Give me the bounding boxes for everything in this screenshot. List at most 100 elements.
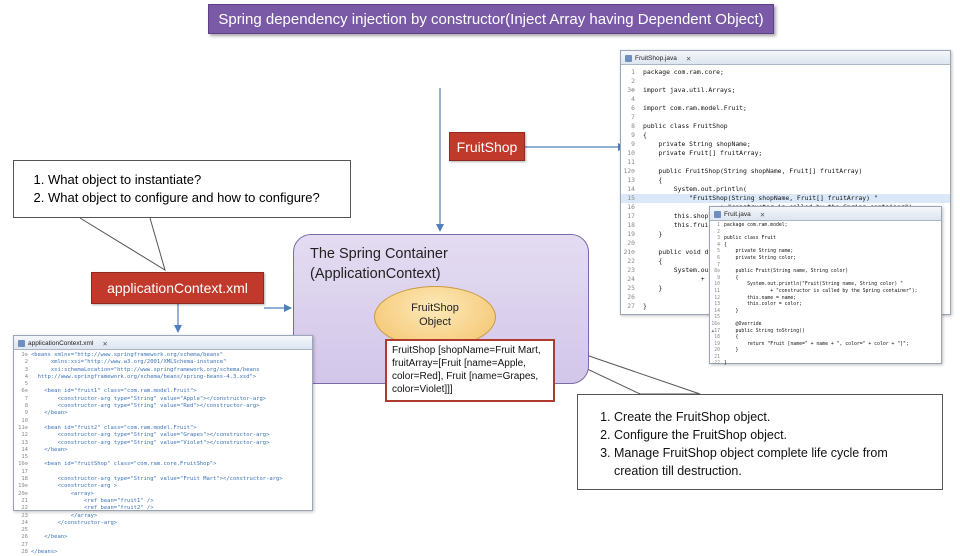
- line-number: 16: [627, 203, 635, 211]
- line-number: 12: [21, 432, 28, 439]
- application-context-label: applicationContext.xml: [91, 272, 264, 304]
- code-line: 20 }: [710, 348, 941, 355]
- container-title-line1: The Spring Container: [310, 246, 448, 262]
- line-number: 22: [627, 257, 635, 265]
- line-number: 26: [21, 534, 28, 541]
- line-number: 8: [631, 122, 635, 130]
- code-line: 5 private String name;: [710, 249, 941, 256]
- close-icon[interactable]: ✕: [686, 55, 691, 63]
- line-number: 25: [627, 284, 635, 292]
- line-number: 5: [24, 381, 28, 388]
- spring-container-title: The Spring Container (ApplicationContext…: [310, 244, 448, 284]
- code-line: 6 private String color;: [710, 256, 941, 263]
- question-item: What object to configure and how to conf…: [48, 189, 342, 207]
- code-text: this.color = color;: [724, 302, 802, 308]
- java-editor-tab[interactable]: FruitShop.java ✕: [621, 51, 950, 65]
- code-text: <ref bean="fruit2" />: [31, 505, 154, 512]
- code-text: <ref bean="fruit1" />: [31, 497, 154, 504]
- line-number: 8: [24, 403, 28, 410]
- code-line: 18 <constructor-arg type="String" value=…: [14, 476, 312, 483]
- code-line: 16⊖ @Override: [710, 322, 941, 329]
- line-number: 2: [24, 359, 28, 366]
- code-line: 11: [621, 158, 950, 167]
- line-number: 19⊖: [18, 483, 28, 490]
- code-text: "FruitShop(String shopName, Fruit[] frui…: [643, 194, 878, 202]
- code-line: 21: [710, 355, 941, 362]
- code-line: 3⊕ import java.util.Arrays;: [621, 86, 950, 95]
- xml-editor-tab-label: applicationContext.xml: [28, 340, 94, 347]
- oval-line2: Object: [419, 316, 451, 328]
- code-text: public Fruit(String name, String color): [724, 269, 849, 275]
- code-line: 2 xmlns:xsi="http://www.w3.org/2001/XMLS…: [14, 359, 312, 366]
- code-text: import java.util.Arrays;: [643, 86, 736, 94]
- code-text: xsi:schemaLocation="http://www.springfra…: [31, 366, 260, 373]
- code-text: xmlns:xsi="http://www.w3.org/2001/XMLSch…: [31, 359, 227, 366]
- code-line: 14 </bean>: [14, 447, 312, 454]
- code-line: 13 this.color = color;: [710, 302, 941, 309]
- line-number: 27: [627, 302, 635, 310]
- line-number: 10: [21, 417, 28, 424]
- code-line: 12 <constructor-arg type="String" value=…: [14, 432, 312, 439]
- line-number: 4: [24, 373, 28, 380]
- code-text: System.out.println(: [643, 185, 747, 193]
- code-line: 20⊖ <array>: [14, 491, 312, 498]
- line-number: 15: [714, 315, 720, 321]
- application-context-text: applicationContext.xml: [107, 280, 248, 296]
- code-text: import com.ram.model.Fruit;: [643, 104, 747, 112]
- fruitshop-label-text: FruitShop: [456, 138, 518, 155]
- line-number: 20: [627, 239, 635, 247]
- code-line: 14 }: [710, 309, 941, 316]
- java-editor-tab-label: FruitShop.java: [635, 55, 677, 62]
- java-file-icon: [714, 211, 721, 218]
- line-number: 19: [627, 230, 635, 238]
- line-number: 6: [631, 104, 635, 112]
- xml-editor-tab[interactable]: applicationContext.xml ✕: [14, 336, 312, 350]
- code-text: <beans xmlns="http://www.springframework…: [31, 352, 224, 358]
- line-number: 1: [717, 223, 720, 228]
- line-number: 11: [714, 288, 720, 294]
- code-line: 3 xsi:schemaLocation="http://www.springf…: [14, 367, 312, 374]
- code-line: 7: [621, 113, 950, 122]
- code-line: 1⊖ <beans xmlns="http://www.springframewo…: [14, 352, 312, 359]
- line-number: 18: [627, 221, 635, 229]
- xml-editor-window: applicationContext.xml ✕ 1⊖ <beans xmlns=…: [13, 335, 313, 555]
- line-number: 13: [627, 176, 635, 184]
- line-number: 25: [21, 527, 28, 534]
- code-line: 19 return "Fruit [name=" + name + ", col…: [710, 342, 941, 349]
- code-text: private String shopName;: [643, 140, 751, 148]
- step-item: Create the FruitShop object.: [614, 408, 932, 426]
- fruit-editor-tab-label: Fruit.java: [724, 211, 751, 218]
- questions-callout-tail: [79, 217, 166, 272]
- code-line: 2: [621, 77, 950, 86]
- code-line: 28 </beans>: [14, 549, 312, 556]
- code-text: private String name;: [724, 249, 794, 255]
- line-number: 1: [631, 68, 635, 76]
- close-icon[interactable]: ✕: [760, 211, 765, 219]
- line-number: 22: [714, 361, 720, 367]
- line-number: 12⊖: [623, 167, 635, 175]
- step-item: Manage FruitShop object complete life cy…: [614, 444, 932, 480]
- title-banner: Spring dependency injection by construct…: [208, 4, 774, 34]
- code-line: 25: [14, 527, 312, 534]
- code-line: 15: [710, 315, 941, 322]
- code-line: 7 <constructor-arg type="String" value="…: [14, 396, 312, 403]
- line-number: 15: [627, 194, 635, 202]
- close-icon[interactable]: ✕: [102, 340, 107, 348]
- line-number: 21: [21, 497, 28, 504]
- code-text: System.out.println("Fruit(String name, S…: [724, 282, 904, 288]
- line-number: 11: [627, 158, 635, 166]
- line-number: 7: [24, 395, 28, 402]
- code-line: 13 <constructor-arg type="String" value=…: [14, 440, 312, 447]
- code-text: public class FruitShop: [643, 122, 728, 130]
- code-text: return "Fruit [name=" + name + ", color=…: [724, 341, 909, 347]
- line-number: 6: [717, 255, 720, 261]
- line-number: 15: [21, 454, 28, 461]
- java-file-icon: [625, 55, 632, 62]
- code-text: private Fruit[] fruitArray;: [643, 149, 763, 157]
- fruit-editor-tab[interactable]: Fruit.java ✕: [710, 207, 941, 221]
- line-number: 16⊖: [711, 321, 720, 327]
- code-text: <constructor-arg type="String" value="Re…: [31, 403, 260, 410]
- code-line: 3 public class Fruit: [710, 236, 941, 243]
- code-line: 17: [14, 469, 312, 476]
- code-text: + "constructor is called by the Spring c…: [724, 288, 918, 294]
